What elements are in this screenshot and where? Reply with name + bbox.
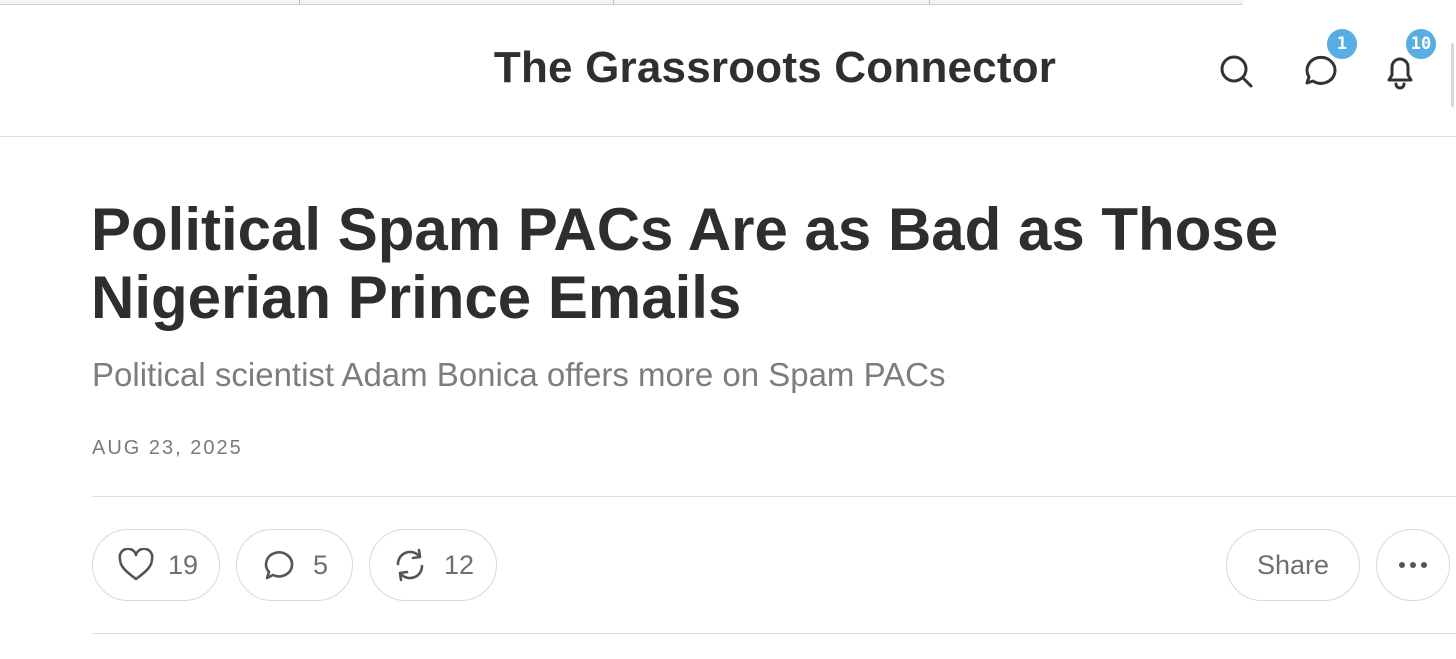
restack-count: 12 bbox=[444, 549, 475, 580]
divider bbox=[92, 496, 1456, 497]
search-button[interactable] bbox=[1214, 49, 1258, 93]
notifications-badge: 10 bbox=[1404, 27, 1438, 61]
comment-button[interactable]: 5 bbox=[236, 529, 353, 601]
heart-icon bbox=[117, 548, 155, 582]
like-count: 19 bbox=[168, 549, 199, 580]
tab-divider bbox=[613, 0, 614, 4]
messages-badge: 1 bbox=[1325, 27, 1359, 61]
scrollbar-edge bbox=[1451, 43, 1454, 107]
share-label: Share bbox=[1256, 549, 1330, 580]
divider bbox=[92, 633, 1456, 634]
more-button[interactable] bbox=[1376, 529, 1450, 601]
search-icon bbox=[1218, 53, 1254, 89]
share-button[interactable]: Share bbox=[1226, 529, 1360, 601]
more-icon bbox=[1398, 561, 1428, 569]
post-title: Political Spam PACs Are as Bad as Those … bbox=[91, 196, 1279, 331]
comment-count: 5 bbox=[313, 549, 329, 580]
tab-divider bbox=[929, 0, 930, 4]
like-button[interactable]: 19 bbox=[92, 529, 220, 601]
refresh-icon bbox=[392, 547, 428, 583]
restack-button[interactable]: 12 bbox=[369, 529, 497, 601]
post-date: AUG 23, 2025 bbox=[92, 437, 243, 459]
comment-icon bbox=[261, 547, 297, 583]
site-header: The Grassroots Connector 1 10 bbox=[0, 5, 1456, 137]
tab-divider bbox=[299, 0, 300, 4]
post-subtitle: Political scientist Adam Bonica offers m… bbox=[92, 356, 946, 393]
